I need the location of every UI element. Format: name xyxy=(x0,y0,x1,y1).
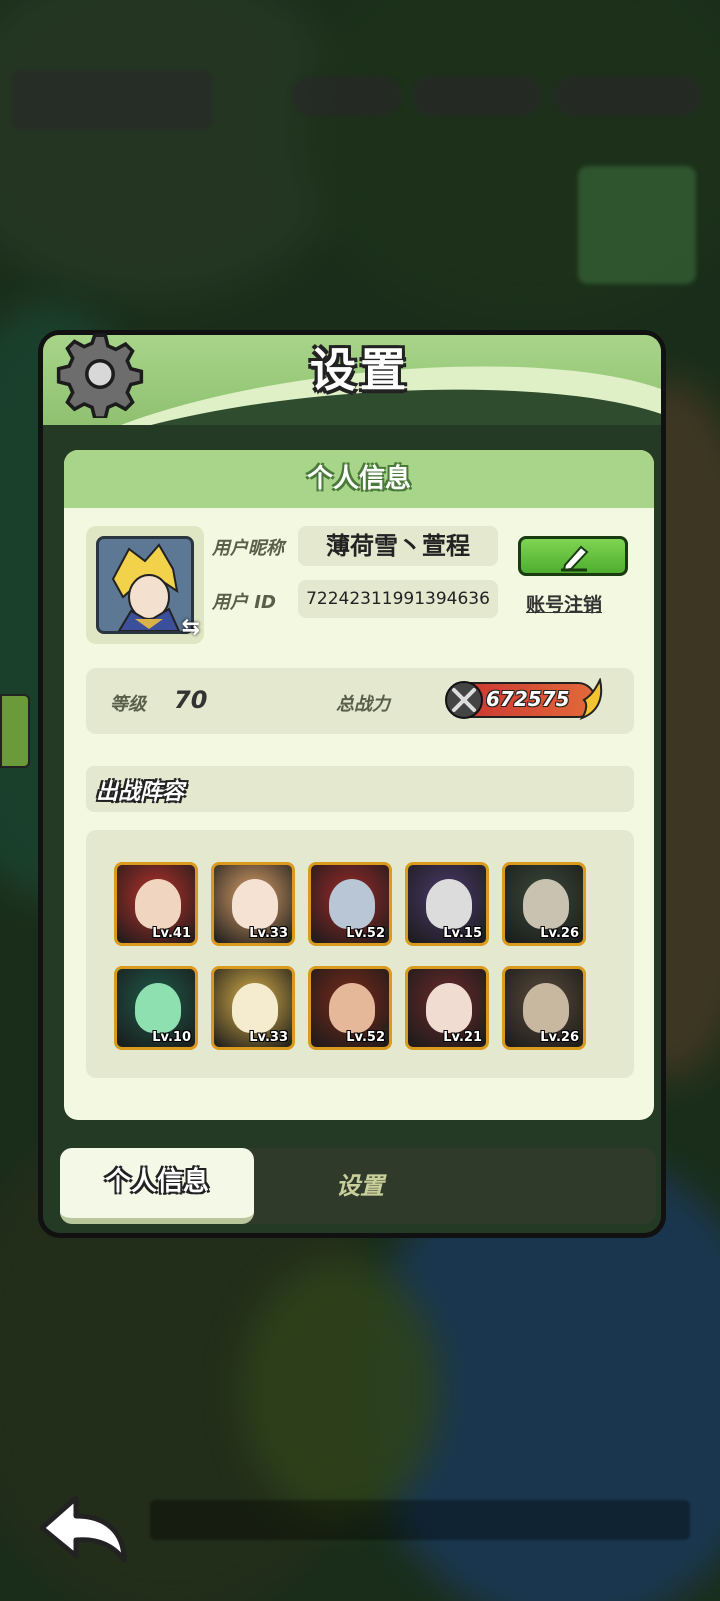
dialog-title: 设置 xyxy=(310,343,410,397)
hero-level: Lv.52 xyxy=(346,926,385,941)
hero-portrait xyxy=(426,983,472,1033)
level-value: 70 xyxy=(174,686,208,714)
hero-portrait xyxy=(232,879,278,929)
swap-avatar-icon[interactable]: ⇆ xyxy=(182,615,200,640)
hero-portrait xyxy=(135,983,181,1033)
avatar-frame[interactable]: ⇆ xyxy=(86,526,204,644)
hero-portrait xyxy=(426,879,472,929)
section-title: 个人信息 xyxy=(64,450,654,508)
avatar-portrait xyxy=(99,539,191,631)
lineup-header: 出战阵容 xyxy=(86,766,634,812)
level-label: 等级 xyxy=(110,694,146,715)
minimap xyxy=(578,166,696,284)
cancel-account-link[interactable]: 账号注销 xyxy=(526,590,602,617)
profile-card: 个人信息 ⇆ 用户昵称 薄荷雪丶萱程 用户 ID 722423119913946… xyxy=(64,450,654,1120)
power-value: 672575 xyxy=(486,687,570,711)
edit-nickname-button[interactable] xyxy=(518,536,628,576)
hero-card[interactable]: Lv.15 xyxy=(405,862,489,946)
hero-card[interactable]: Lv.21 xyxy=(405,966,489,1050)
nickname-field: 薄荷雪丶萱程 xyxy=(298,526,498,566)
hero-level: Lv.33 xyxy=(249,926,288,941)
hero-level: Lv.52 xyxy=(346,1030,385,1045)
flame-icon xyxy=(579,678,603,721)
power-label: 总战力 xyxy=(336,694,390,715)
userid-field: 72242311991394636 xyxy=(298,580,498,618)
stats-bar: 等级 70 总战力 672575 xyxy=(86,668,634,734)
hero-card[interactable]: Lv.26 xyxy=(502,966,586,1050)
hero-portrait xyxy=(523,879,569,929)
tab-profile[interactable]: 个人信息 xyxy=(60,1148,254,1224)
bottom-tabs: 个人信息 设置 xyxy=(60,1148,656,1224)
hero-lineup: Lv.41 Lv.33 Lv.52 Lv.15 Lv.26 Lv.10 Lv.33 Lv.52… xyxy=(86,830,634,1078)
chat-bar[interactable] xyxy=(150,1500,690,1540)
lineup-title: 出战阵容 xyxy=(96,780,185,805)
hero-card[interactable]: Lv.33 xyxy=(211,862,295,946)
hero-level: Lv.33 xyxy=(249,1030,288,1045)
hero-level: Lv.26 xyxy=(540,926,579,941)
hero-card[interactable]: Lv.52 xyxy=(308,862,392,946)
hero-portrait xyxy=(232,983,278,1033)
hero-card[interactable]: Lv.41 xyxy=(114,862,198,946)
avatar[interactable] xyxy=(96,536,194,634)
hero-card[interactable]: Lv.26 xyxy=(502,862,586,946)
side-widget xyxy=(0,694,30,768)
power-badge: 672575 xyxy=(445,678,603,721)
hero-level: Lv.41 xyxy=(152,926,191,941)
hero-card[interactable]: Lv.33 xyxy=(211,966,295,1050)
hero-level: Lv.15 xyxy=(443,926,482,941)
hero-level: Lv.21 xyxy=(443,1030,482,1045)
hero-level: Lv.10 xyxy=(152,1030,191,1045)
hero-portrait xyxy=(523,983,569,1033)
hero-portrait xyxy=(329,983,375,1033)
nickname-label: 用户昵称 xyxy=(212,538,284,559)
crossed-swords-icon xyxy=(445,681,483,719)
hero-card[interactable]: Lv.52 xyxy=(308,966,392,1050)
back-arrow-icon[interactable] xyxy=(36,1492,132,1564)
pencil-icon xyxy=(561,545,589,572)
hero-card[interactable]: Lv.10 xyxy=(114,966,198,1050)
tab-settings[interactable]: 设置 xyxy=(260,1148,460,1224)
hero-portrait xyxy=(329,879,375,929)
hero-portrait xyxy=(135,879,181,929)
game-top-bar xyxy=(12,70,712,140)
userid-label: 用户 ID xyxy=(212,592,276,613)
hero-level: Lv.26 xyxy=(540,1030,579,1045)
